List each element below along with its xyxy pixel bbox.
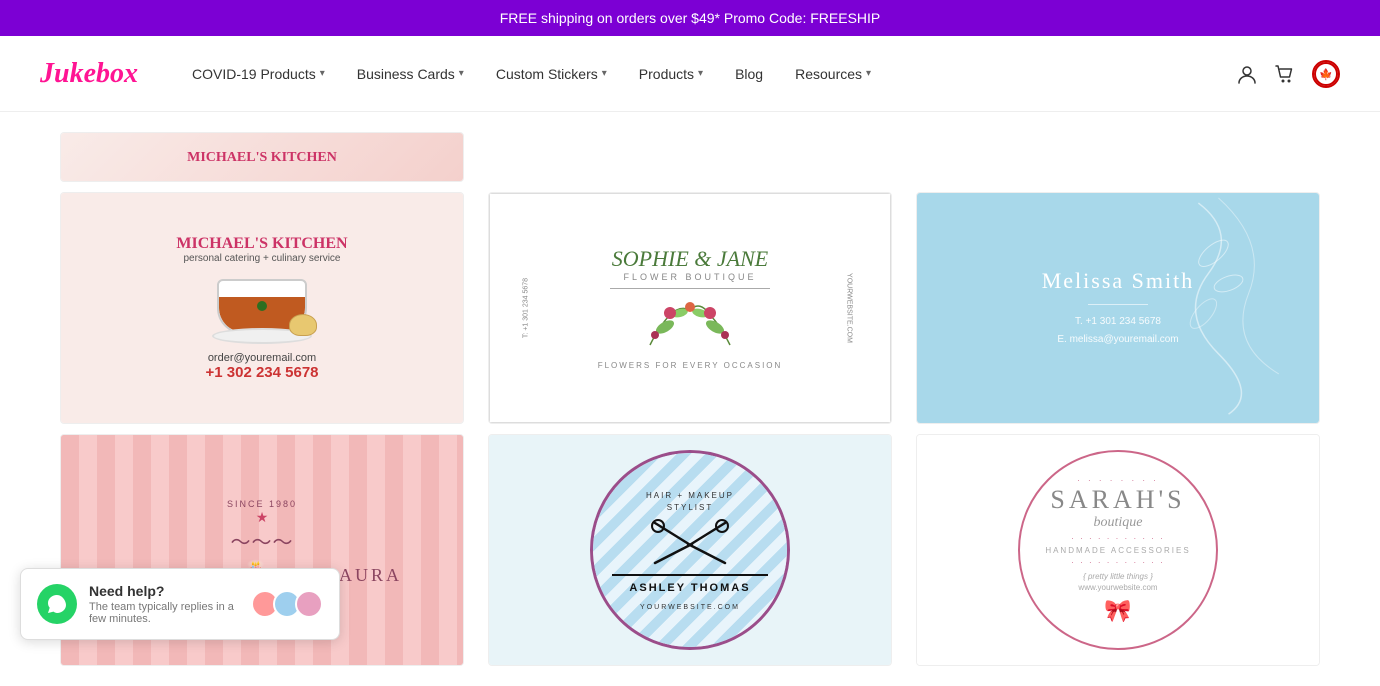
chevron-down-icon: ▾ [320,68,325,79]
card1-phone: +1 302 234 5678 [205,364,318,381]
chevron-down-icon: ▾ [698,68,703,79]
card5-top-text: HAIR + MAKEUPSTYLIST [646,490,734,514]
nav-item-business-cards[interactable]: Business Cards ▾ [343,58,478,90]
promo-text: FREE shipping on orders over $49* Promo … [500,10,881,26]
chat-text: Need help? The team typically replies in… [89,583,239,625]
card6-name: SARAH'S [1050,485,1185,515]
user-icon-button[interactable] [1236,63,1258,85]
card3-email: E. melissa@youremail.com [1042,331,1195,349]
card-sophie-jane[interactable]: T: +1 301 234 5678 SOPHIE & JANE FLOWER … [488,192,892,424]
card6-website: www.yourwebsite.com [1078,583,1157,592]
card5-website: YOURWEBSITE.COM [640,604,740,611]
card-sarahs-boutique[interactable]: · · · · · · · · SARAH'S boutique · · · ·… [916,434,1320,666]
card1-tagline: personal catering + culinary service [176,253,347,264]
card2-business-name: SOPHIE & JANE [590,246,790,272]
chevron-down-icon: ▾ [866,68,871,79]
card4-swash: 〜〜〜 [122,526,402,555]
card5-name: ASHLEY THOMAS [629,582,750,594]
card2-floral-decoration [590,295,790,355]
nav-item-custom-stickers[interactable]: Custom Stickers ▾ [482,58,621,90]
card6-circle: · · · · · · · · SARAH'S boutique · · · ·… [1018,450,1218,650]
nav-item-resources[interactable]: Resources ▾ [781,58,885,90]
partial-card-1[interactable]: MICHAEL'S KITCHEN [60,132,464,182]
svg-text:🍁: 🍁 [1319,68,1333,81]
card5-circle: HAIR + MAKEUPSTYLIST [590,450,790,650]
cart-icon-button[interactable] [1274,63,1296,85]
card-michaels-kitchen[interactable]: MICHAEL'S KITCHEN personal catering + cu… [60,192,464,424]
card1-email: order@youremail.com [205,352,318,364]
promo-banner: FREE shipping on orders over $49* Promo … [0,0,1380,36]
card2-tagline: FLOWERS FOR EVERY OCCASION [590,361,790,370]
nav-item-products[interactable]: Products ▾ [625,58,717,90]
chat-avatars [251,590,323,618]
chat-subtitle: The team typically replies in a few minu… [89,601,239,625]
soup-illustration [207,269,317,344]
chevron-down-icon: ▾ [459,68,464,79]
nav-icons: 🍁 [1236,60,1340,88]
nav-item-covid[interactable]: COVID-19 Products ▾ [178,58,339,90]
chat-icon [37,584,77,624]
card2-category: FLOWER BOUTIQUE [590,272,790,282]
logo[interactable]: Jukebox [40,58,138,90]
chat-widget[interactable]: Need help? The team typically replies in… [20,568,340,640]
chat-title: Need help? [89,583,239,599]
card3-phone: T. +1 301 234 5678 [1042,313,1195,331]
navbar: Jukebox COVID-19 Products ▾ Business Car… [0,36,1380,112]
chevron-down-icon: ▾ [602,68,607,79]
card-ashley-thomas[interactable]: HAIR + MAKEUPSTYLIST [488,434,892,666]
partial-card-title: MICHAEL'S KITCHEN [187,150,337,166]
card2-side-left: T: +1 301 234 5678 [523,278,530,338]
card-melissa-smith[interactable]: Melissa Smith T. +1 301 234 5678 E. meli… [916,192,1320,424]
chat-avatar-3 [295,590,323,618]
bow-decoration: 🎀 [1104,598,1131,624]
card3-name: Melissa Smith [1042,268,1195,294]
card6-boutique: boutique [1094,515,1143,531]
card2-side-right: YOURWEBSITE.COM [846,273,853,343]
card6-tagline: { pretty little things } [1083,572,1153,581]
card4-star-icon: ★ [122,509,402,526]
canada-flag-icon[interactable]: 🍁 [1312,60,1340,88]
card4-since: SINCE 1980 [122,499,402,509]
nav-item-blog[interactable]: Blog [721,58,777,90]
card6-category: HANDMADE ACCESSORIES [1045,546,1190,555]
card1-business-name: MICHAEL'S KITCHEN [176,235,347,253]
nav-links: COVID-19 Products ▾ Business Cards ▾ Cus… [178,58,1236,90]
